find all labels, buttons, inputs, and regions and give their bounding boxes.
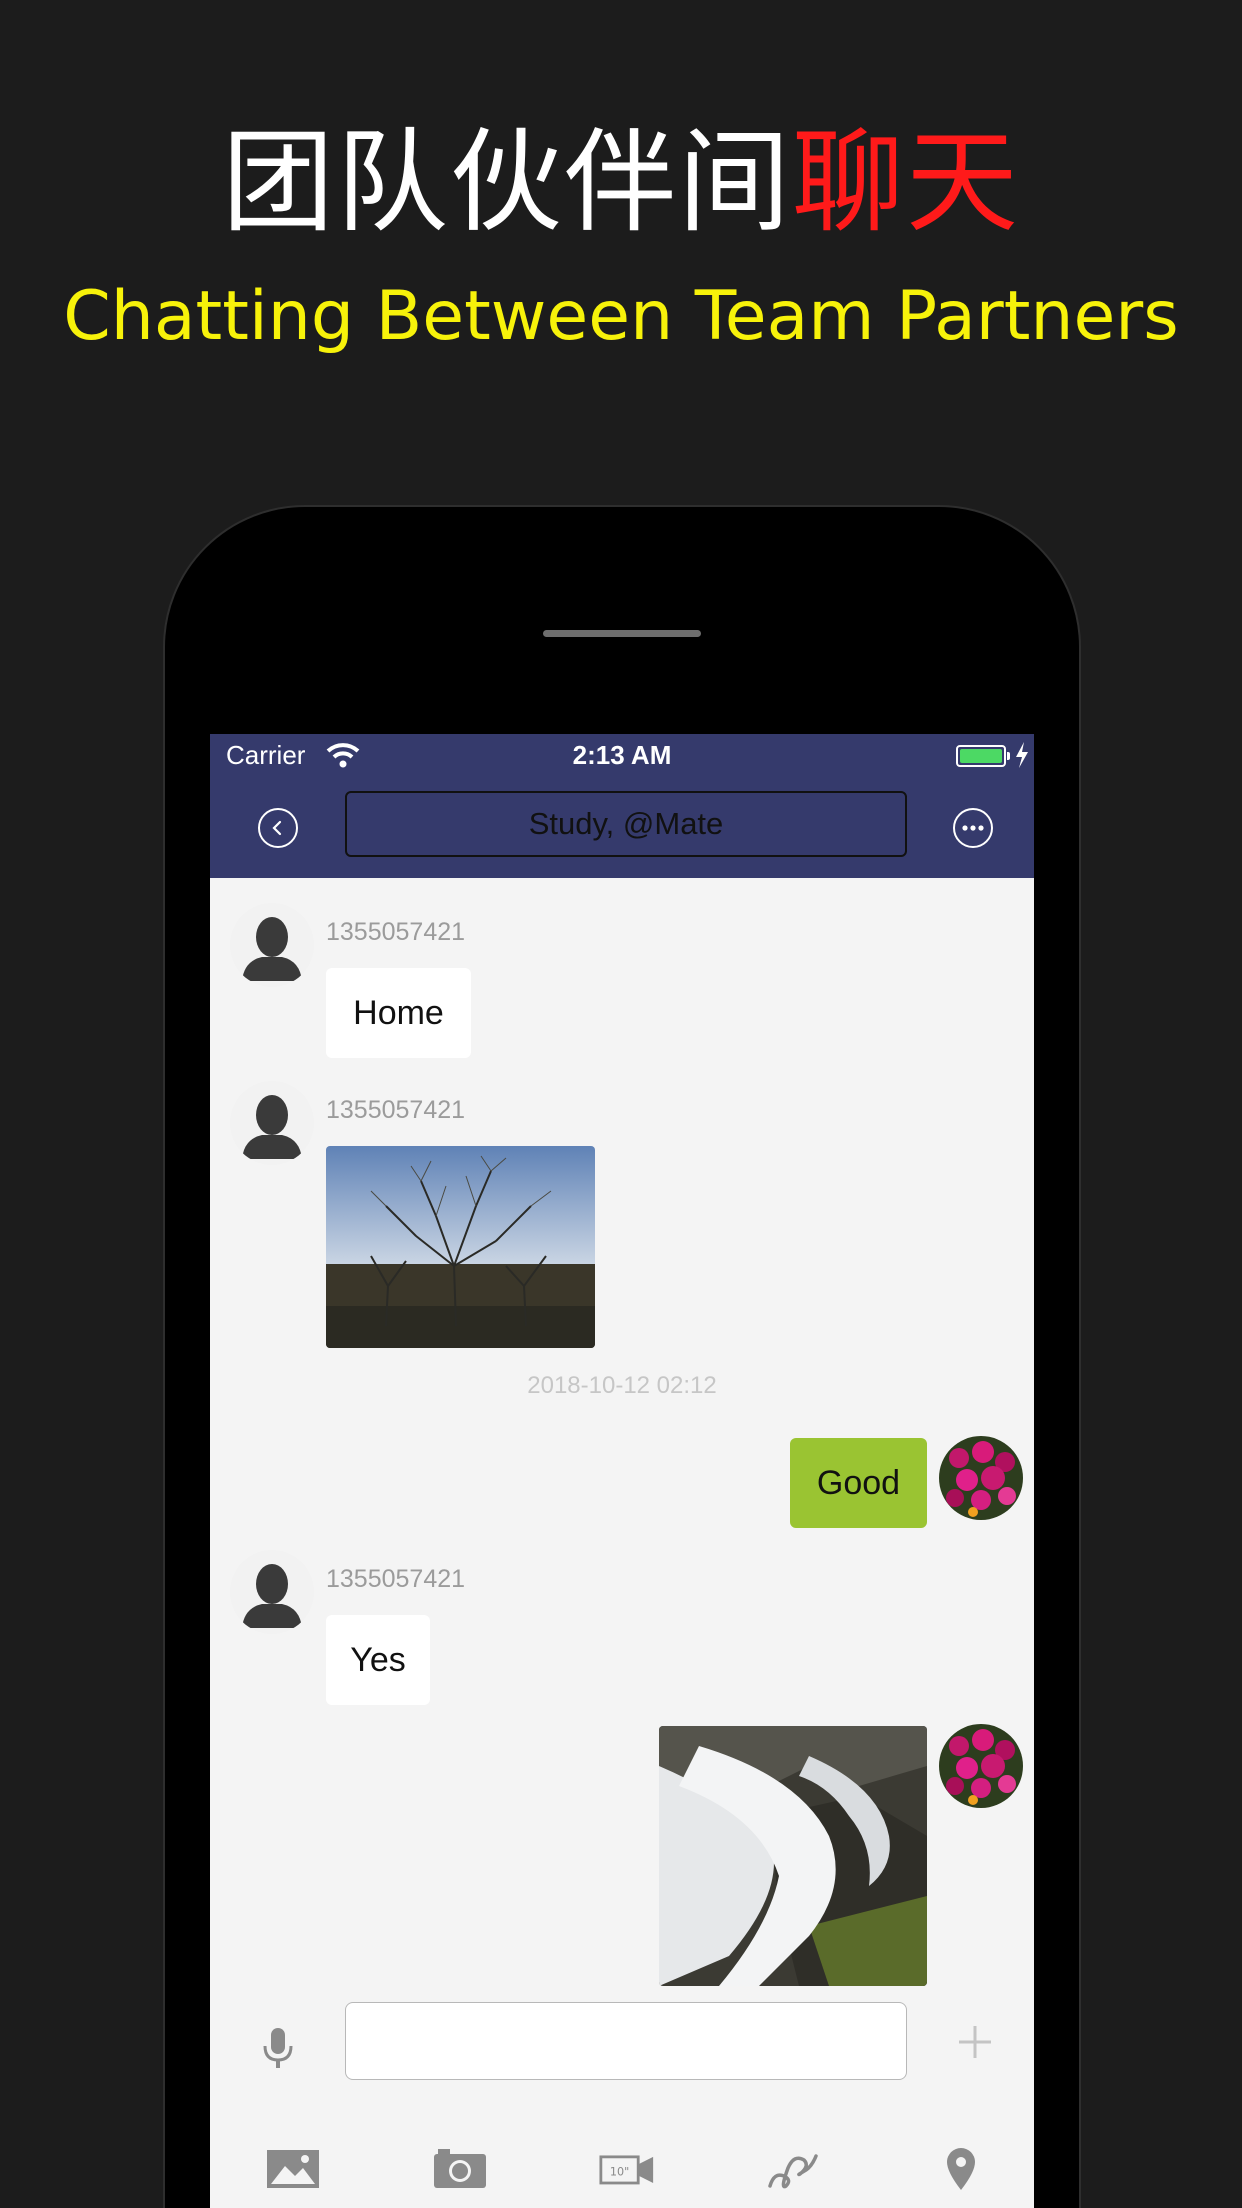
svg-text:10": 10"	[610, 2166, 629, 2179]
scribble-icon[interactable]	[766, 2146, 822, 2192]
video-icon[interactable]: 10"	[599, 2146, 655, 2192]
my-avatar[interactable]	[939, 1436, 1023, 1520]
message-bubble[interactable]: Home	[326, 968, 471, 1058]
sender-name: 1355057421	[326, 1565, 466, 1593]
chat-title[interactable]: Study, @Mate	[345, 791, 907, 857]
avatar[interactable]	[230, 1081, 314, 1165]
ellipsis-icon	[962, 825, 984, 831]
my-message-bubble[interactable]: Good	[790, 1438, 927, 1528]
timestamp: 2018-10-12 02:12	[527, 1372, 717, 1399]
battery-icon	[956, 745, 1006, 767]
status-time: 2:13 AM	[572, 740, 672, 770]
phone-screen: Carrier 2:13 AM Study, @Mate 1355057421 …	[210, 734, 1034, 2208]
tree-photo[interactable]	[326, 1146, 595, 1348]
battery-tip	[1007, 752, 1010, 760]
person-silhouette-icon	[242, 917, 302, 981]
avatar[interactable]	[230, 1550, 314, 1634]
location-pin-icon[interactable]	[933, 2146, 989, 2192]
camera-icon[interactable]	[432, 2146, 488, 2192]
chevron-left-icon	[272, 820, 282, 836]
avatar[interactable]	[230, 903, 314, 987]
input-bar: 10"	[210, 1986, 1034, 2208]
microphone-icon[interactable]	[260, 2026, 296, 2070]
more-button[interactable]	[953, 808, 993, 848]
message-bubble[interactable]: Yes	[326, 1615, 430, 1705]
charging-icon	[1016, 742, 1028, 768]
hero-title-chinese-accent: 聊天	[792, 118, 1020, 248]
image-icon[interactable]	[265, 2146, 321, 2192]
back-button[interactable]	[258, 808, 298, 848]
waterfall-photo[interactable]	[659, 1726, 927, 1986]
person-silhouette-icon	[242, 1564, 302, 1628]
my-avatar[interactable]	[939, 1724, 1023, 1808]
sender-name: 1355057421	[326, 918, 466, 946]
plus-icon[interactable]	[955, 2022, 995, 2062]
status-bar: Carrier 2:13 AM	[210, 734, 1034, 778]
hero-title-english: Chatting Between Team Partners	[63, 277, 1179, 356]
sender-name: 1355057421	[326, 1096, 466, 1124]
hero-title-chinese-main: 团队伙伴间	[222, 118, 792, 248]
person-silhouette-icon	[242, 1095, 302, 1159]
message-input[interactable]	[345, 2002, 907, 2080]
phone-speaker	[543, 630, 701, 637]
nav-bar: Study, @Mate	[210, 778, 1034, 878]
hero-title-chinese: 团队伙伴间聊天	[0, 118, 1242, 248]
